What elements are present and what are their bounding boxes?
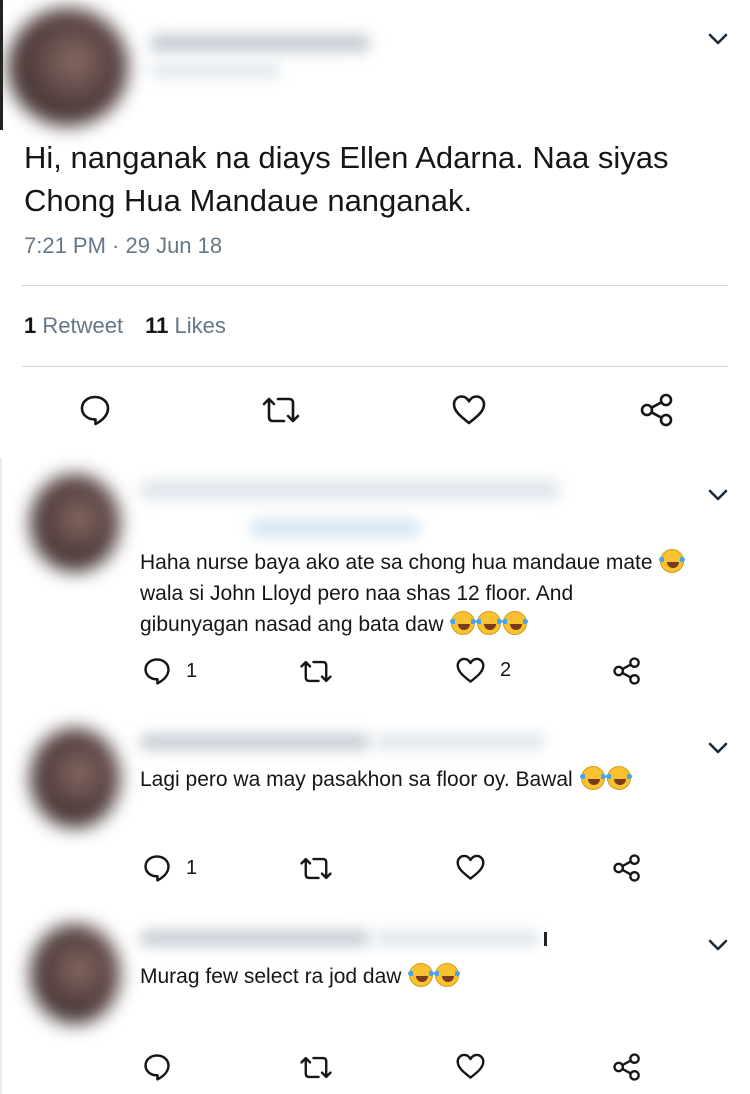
share-icon [613, 657, 640, 685]
share-icon [613, 854, 640, 882]
share-button[interactable] [611, 853, 643, 883]
chevron-down-icon[interactable] [708, 488, 728, 502]
like-button[interactable] [455, 853, 486, 882]
author-name-blurred[interactable] [140, 480, 560, 500]
share-icon [640, 393, 673, 427]
retweet-count: 1 [24, 313, 37, 338]
retweet-label: Retweet [42, 313, 124, 338]
face-with-tears-of-joy-emoji [450, 611, 477, 635]
reply-button[interactable]: 1 [142, 656, 197, 686]
like-button[interactable]: 2 [455, 656, 511, 685]
reply-icon [144, 1054, 170, 1081]
heart-icon [456, 657, 485, 683]
chevron-down-icon[interactable] [708, 32, 728, 46]
likes-label: Likes [174, 313, 226, 338]
avatar[interactable] [8, 8, 128, 126]
author-handle-blurred[interactable] [375, 734, 545, 750]
reply-text: Haha nurse baya ako ate sa chong hua man… [140, 547, 740, 640]
heart-icon [452, 395, 486, 425]
heart-icon [456, 854, 485, 880]
thread-edge [0, 458, 2, 1094]
avatar[interactable] [30, 474, 120, 572]
likes-count: 11 [145, 313, 169, 338]
retweet-button[interactable] [260, 393, 302, 427]
divider [22, 285, 728, 286]
share-button[interactable] [638, 392, 676, 428]
author-name-blurred[interactable] [140, 734, 370, 750]
retweet-button[interactable] [298, 657, 334, 686]
author-name-blurred[interactable] [140, 930, 370, 946]
share-icon [613, 1053, 640, 1081]
reply-text-line: Lagi pero wa may pasakhon sa floor oy. B… [140, 768, 573, 791]
reply-text: Lagi pero wa may pasakhon sa floor oy. B… [140, 764, 740, 795]
heart-icon [456, 1053, 485, 1079]
author-name-blurred[interactable] [150, 34, 370, 52]
reply-icon [144, 658, 170, 685]
retweet-stat[interactable]: 1 Retweet [24, 313, 123, 338]
share-button[interactable] [611, 1052, 643, 1082]
reply-text-line: Haha nurse baya ako ate sa chong hua man… [140, 551, 653, 574]
reply-text-line: wala si John Lloyd pero naa shas 12 floo… [140, 582, 574, 605]
tweet-text: Hi, nanganak na diays Ellen Adarna. Naa … [24, 140, 669, 218]
chevron-down-icon[interactable] [708, 741, 728, 755]
retweet-button[interactable] [298, 1053, 334, 1082]
face-with-tears-of-joy-emoji [434, 963, 461, 987]
reply-button[interactable]: 1 [142, 853, 197, 883]
author-handle-blurred[interactable] [150, 64, 280, 78]
face-with-tears-of-joy-emoji [476, 611, 503, 635]
retweet-icon [300, 660, 332, 683]
reply-button[interactable] [78, 393, 112, 427]
like-button[interactable] [455, 1052, 486, 1081]
divider [22, 366, 728, 367]
face-with-tears-of-joy-emoji [408, 963, 435, 987]
like-count: 2 [500, 659, 512, 681]
reply-icon [80, 395, 110, 426]
left-edge-bar [0, 0, 3, 130]
like-button[interactable] [451, 393, 487, 427]
face-with-tears-of-joy-emoji [502, 611, 529, 635]
chevron-down-icon[interactable] [708, 938, 728, 952]
author-handle-blurred[interactable] [375, 930, 540, 946]
avatar[interactable] [30, 924, 120, 1024]
retweet-icon [300, 857, 332, 880]
retweet-icon [262, 397, 300, 423]
avatar[interactable] [30, 728, 120, 828]
reply-text: Murag few select ra jod daw [140, 961, 740, 992]
reply-count: 1 [186, 659, 198, 682]
retweet-button[interactable] [298, 854, 334, 883]
reply-text-line: gibunyagan nasad ang bata daw [140, 613, 444, 636]
handle-edge-mark [544, 932, 547, 946]
share-button[interactable] [611, 656, 643, 686]
face-with-tears-of-joy-emoji [605, 766, 632, 790]
face-with-tears-of-joy-emoji [579, 766, 606, 790]
tweet-stats: 1 Retweet 11 Likes [24, 313, 226, 339]
likes-stat[interactable]: 11 Likes [145, 313, 226, 338]
reply-context-blurred[interactable] [250, 520, 420, 536]
tweet-timestamp[interactable]: 7:21 PM · 29 Jun 18 [24, 233, 222, 259]
reply-text-line: Murag few select ra jod daw [140, 965, 402, 988]
main-tweet: Hi, nanganak na diays Ellen Adarna. Naa … [0, 0, 750, 458]
reply-icon [144, 855, 170, 882]
reply-count: 1 [186, 856, 198, 879]
reply-button[interactable] [142, 1052, 172, 1082]
retweet-icon [300, 1056, 332, 1079]
face-with-tears-of-joy-emoji [659, 549, 686, 573]
